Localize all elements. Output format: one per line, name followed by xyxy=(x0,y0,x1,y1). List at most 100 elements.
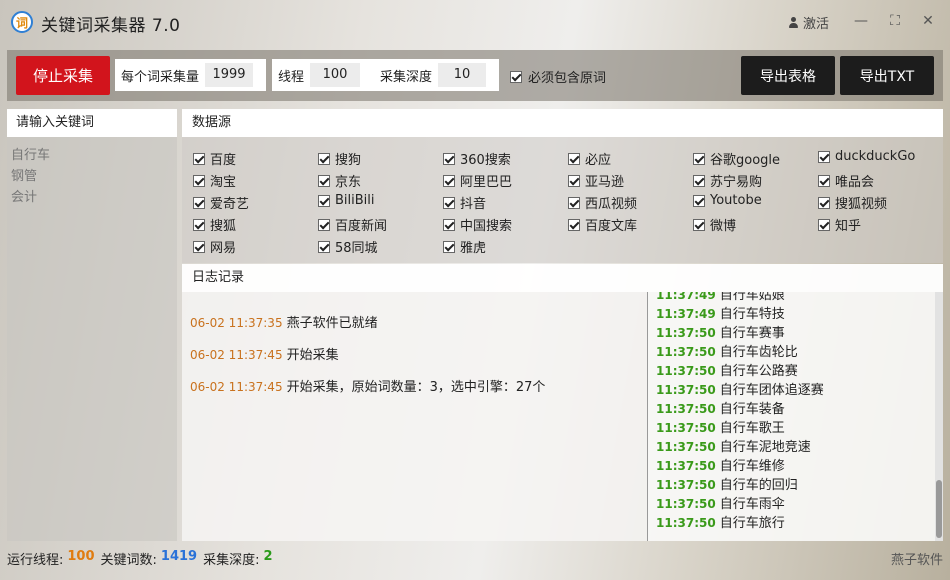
datasource-checkbox[interactable]: 百度文库 xyxy=(568,215,637,234)
threads-group: 线程 100 xyxy=(272,59,374,91)
datasource-checkbox[interactable]: 网易 xyxy=(193,237,236,256)
datasource-label: 知乎 xyxy=(835,219,862,234)
result-line: 11:37:50 自行车公路赛 xyxy=(656,362,824,381)
datasource-checkbox[interactable]: 知乎 xyxy=(818,215,861,234)
datasource-checkbox[interactable]: Youtobe xyxy=(693,193,762,208)
datasource-checkbox[interactable]: 百度新闻 xyxy=(318,215,387,234)
keyword-input[interactable]: 自行车 钢管 会计 xyxy=(7,137,177,208)
check-icon xyxy=(193,152,205,165)
datasource-label: 百度文库 xyxy=(585,219,638,234)
datasource-checkbox[interactable]: 淘宝 xyxy=(193,171,236,190)
result-time: 11:37:50 xyxy=(656,478,716,492)
datasource-checkbox[interactable]: 百度 xyxy=(193,149,236,168)
per-word-count-group: 每个词采集量 1999 xyxy=(115,59,266,91)
check-icon xyxy=(693,194,705,207)
check-icon xyxy=(568,174,580,187)
depth-input[interactable]: 10 xyxy=(438,63,487,87)
result-text: 自行车公路赛 xyxy=(719,364,798,379)
threads-input[interactable]: 100 xyxy=(310,63,361,87)
datasource-label: 西瓜视频 xyxy=(585,197,638,212)
datasource-label: 爱奇艺 xyxy=(210,197,250,212)
check-icon xyxy=(568,196,580,209)
datasource-checkbox[interactable]: 必应 xyxy=(568,149,611,168)
status-keyword-count-label: 关键词数: xyxy=(100,553,157,568)
check-icon xyxy=(818,218,830,231)
datasource-checkbox[interactable]: 微博 xyxy=(693,215,736,234)
stop-collect-button[interactable]: 停止采集 xyxy=(16,56,110,95)
app-title: 关键词采集器 7.0 xyxy=(41,16,181,36)
check-icon xyxy=(818,174,830,187)
datasource-label: 搜狐视频 xyxy=(835,197,888,212)
datasource-label: 百度新闻 xyxy=(335,219,388,234)
datasource-checkbox[interactable]: 搜狗 xyxy=(318,149,361,168)
minimize-icon[interactable]: — xyxy=(852,12,870,30)
activate-button[interactable]: 激活 xyxy=(788,13,829,32)
check-icon xyxy=(443,240,455,253)
datasource-checkbox[interactable]: 搜狐 xyxy=(193,215,236,234)
result-line: 11:37:50 自行车装备 xyxy=(656,400,824,419)
datasource-checkbox[interactable]: 西瓜视频 xyxy=(568,193,637,212)
datasource-label: 微博 xyxy=(710,219,737,234)
must-include-checkbox[interactable]: 必须包含原词 xyxy=(510,67,606,86)
check-icon xyxy=(318,240,330,253)
log-entry-time: 06-02 11:37:35 xyxy=(190,316,283,330)
result-line: 11:37:49 自行车姑娘 xyxy=(656,292,824,305)
datasource-checkbox[interactable]: 亚马逊 xyxy=(568,171,624,190)
datasource-label: 中国搜索 xyxy=(460,219,513,234)
datasource-label: 苏宁易购 xyxy=(710,175,763,190)
export-table-button[interactable]: 导出表格 xyxy=(741,56,835,95)
per-word-count-label: 每个词采集量 xyxy=(121,69,200,85)
check-icon xyxy=(693,174,705,187)
result-text: 自行车特技 xyxy=(719,307,785,322)
title-bar: 词 关键词采集器 7.0 激活 — ⛶ ✕ xyxy=(0,0,950,44)
check-icon xyxy=(568,218,580,231)
result-line: 11:37:50 自行车雨伞 xyxy=(656,495,824,514)
result-scrollbar[interactable] xyxy=(935,292,943,541)
datasource-label: 必应 xyxy=(585,153,612,168)
datasource-label: 谷歌google xyxy=(710,153,781,168)
status-threads-label: 运行线程: xyxy=(7,553,64,568)
log-entry: 06-02 11:37:45 开始采集 xyxy=(182,346,647,378)
status-bar: 运行线程: 100 关键词数: 1419 采集深度: 2 燕子软件 xyxy=(0,545,950,571)
datasource-checkbox[interactable]: 京东 xyxy=(318,171,361,190)
datasource-label: 搜狐 xyxy=(210,219,237,234)
close-icon[interactable]: ✕ xyxy=(919,12,937,30)
datasource-checkbox[interactable]: 谷歌google xyxy=(693,149,780,168)
depth-group: 采集深度 10 xyxy=(374,59,499,91)
datasource-checkbox[interactable]: 阿里巴巴 xyxy=(443,171,512,190)
brand-label: 燕子软件 xyxy=(890,553,943,568)
result-text: 自行车团体追逐赛 xyxy=(719,383,824,398)
app-logo-icon: 词 xyxy=(11,11,33,33)
log-entry: 06-02 11:37:35 燕子软件已就绪 xyxy=(182,314,647,346)
datasource-checkbox[interactable]: 360搜索 xyxy=(443,149,511,168)
must-include-check-icon xyxy=(510,70,522,83)
result-line: 11:37:50 自行车泥地竞速 xyxy=(656,438,824,457)
per-word-count-input[interactable]: 1999 xyxy=(205,63,254,87)
result-time: 11:37:50 xyxy=(656,497,716,511)
result-scroll-thumb[interactable] xyxy=(936,480,942,538)
datasource-checkbox[interactable]: BiliBili xyxy=(318,193,375,208)
datasource-checkbox[interactable]: 苏宁易购 xyxy=(693,171,762,190)
maximize-icon[interactable]: ⛶ xyxy=(886,12,904,30)
datasource-label: 58同城 xyxy=(335,241,378,256)
check-icon xyxy=(693,152,705,165)
datasource-checkbox[interactable]: 58同城 xyxy=(318,237,378,256)
datasource-checkbox[interactable]: 爱奇艺 xyxy=(193,193,249,212)
datasource-label: 京东 xyxy=(335,175,362,190)
datasource-checkbox[interactable]: 唯品会 xyxy=(818,171,874,190)
check-icon xyxy=(193,240,205,253)
result-text: 自行车旅行 xyxy=(719,516,785,531)
datasource-checkbox[interactable]: duckduckGo xyxy=(818,149,915,164)
datasource-checkbox[interactable]: 搜狐视频 xyxy=(818,193,887,212)
log-entry-text: 开始采集 xyxy=(286,348,339,363)
status-stats: 运行线程: 100 关键词数: 1419 采集深度: 2 xyxy=(7,549,279,568)
datasource-checkbox[interactable]: 雅虎 xyxy=(443,237,486,256)
result-list[interactable]: 11:37:49 自行车姑娘 11:37:49 自行车特技 11:37:50 自行车赛事 1… xyxy=(647,292,943,541)
datasource-checkbox[interactable]: 中国搜索 xyxy=(443,215,512,234)
result-text: 自行车歌王 xyxy=(719,421,785,436)
log-entry-text: 开始采集，原始词数量：3，选中引擎：27个 xyxy=(286,380,546,395)
datasource-header: 数据源 xyxy=(182,109,943,137)
export-txt-button[interactable]: 导出TXT xyxy=(840,56,934,95)
result-line: 11:37:50 自行车歌王 xyxy=(656,419,824,438)
datasource-checkbox[interactable]: 抖音 xyxy=(443,193,486,212)
